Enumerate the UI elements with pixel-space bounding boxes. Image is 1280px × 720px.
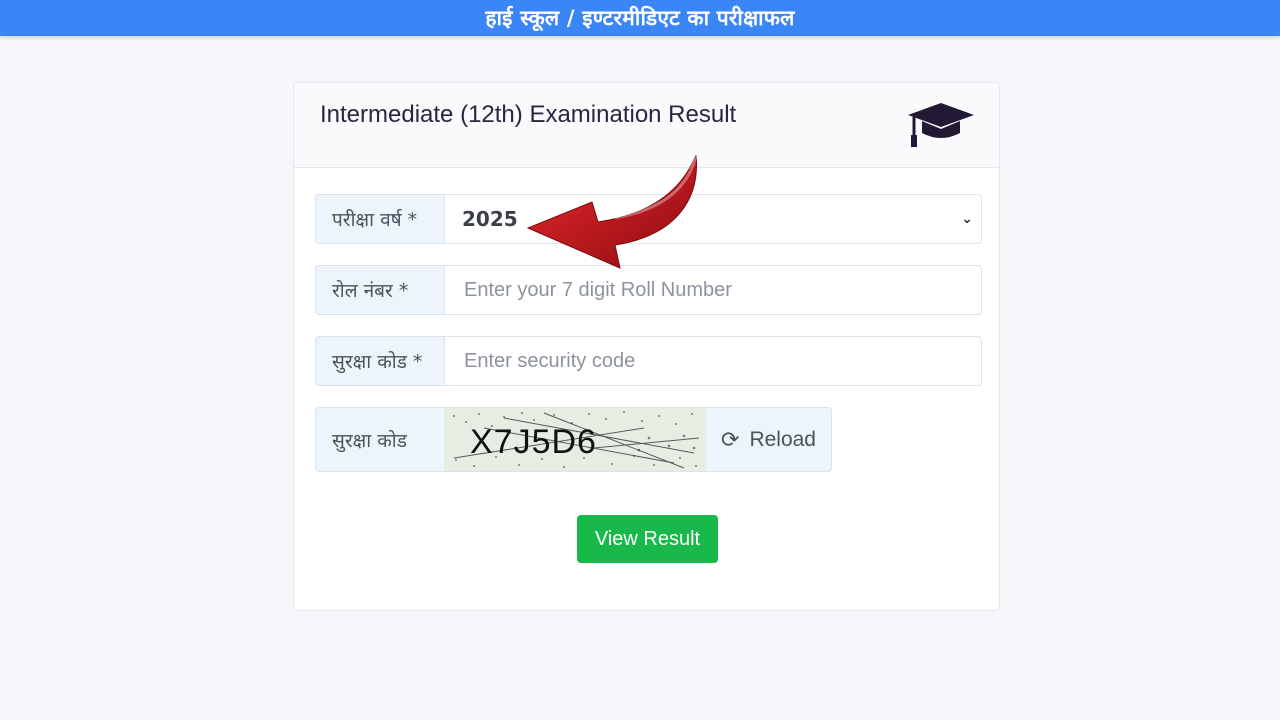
exam-year-row: परीक्षा वर्ष * 2025 ⌄ [315, 194, 982, 244]
exam-year-select[interactable]: 2025 ⌄ [444, 194, 982, 244]
banner-title: हाई स्कूल / इण्टरमीडिएट का परीक्षाफल [485, 6, 795, 30]
exam-year-value: 2025 [462, 207, 518, 231]
security-code-row: सुरक्षा कोड * [315, 336, 982, 386]
captcha-image: X7J5D6 [444, 407, 706, 472]
captcha-label: सुरक्षा कोड [315, 407, 444, 472]
view-result-button[interactable]: View Result [577, 515, 718, 563]
security-code-input[interactable] [462, 348, 981, 374]
roll-number-input[interactable] [462, 277, 981, 303]
result-card: Intermediate (12th) Examination Result प… [293, 82, 1000, 611]
security-code-field-wrap [444, 336, 982, 386]
chevron-down-icon: ⌄ [961, 211, 973, 227]
roll-number-label: रोल नंबर * [315, 265, 444, 315]
captcha-text: X7J5D6 [470, 423, 597, 461]
exam-year-label: परीक्षा वर्ष * [315, 194, 444, 244]
reload-button[interactable]: ⟳ Reload [706, 407, 832, 472]
refresh-icon: ⟳ [721, 426, 740, 452]
roll-number-row: रोल नंबर * [315, 265, 982, 315]
graduation-cap-icon [908, 103, 974, 147]
roll-number-field-wrap [444, 265, 982, 315]
top-banner: हाई स्कूल / इण्टरमीडिएट का परीक्षाफल [0, 0, 1280, 36]
card-title: Intermediate (12th) Examination Result [320, 101, 737, 128]
security-code-label: सुरक्षा कोड * [315, 336, 444, 386]
captcha-row: सुरक्षा कोड X7J5D6 ⟳ Reload [315, 407, 832, 472]
card-header: Intermediate (12th) Examination Result [294, 83, 999, 168]
reload-label: Reload [749, 427, 816, 451]
